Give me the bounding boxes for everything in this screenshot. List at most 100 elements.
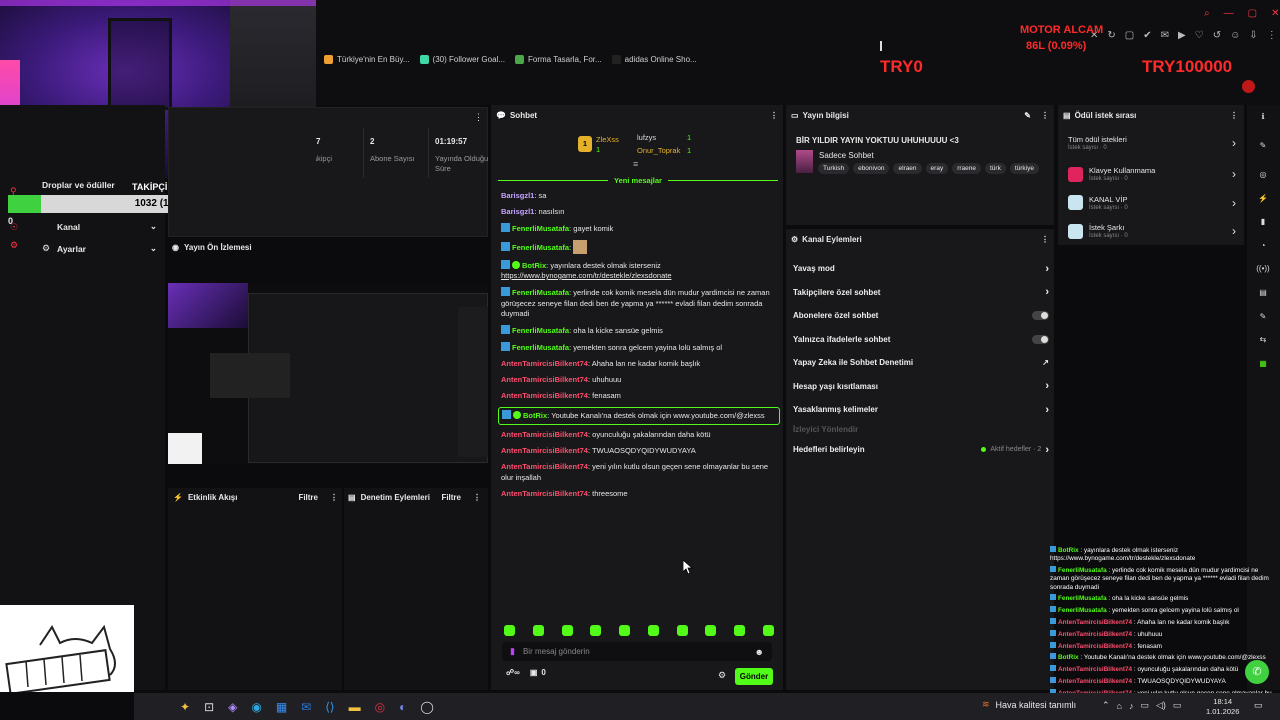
stream-tag[interactable]: türk: [985, 163, 1006, 174]
copilot-icon[interactable]: ✦: [180, 700, 190, 714]
card-icon[interactable]: ▮: [1253, 217, 1273, 241]
copilot-app-icon[interactable]: ◈: [228, 700, 237, 714]
reward-item[interactable]: Klavye Kullanmama İstek sayısı · 0 ›: [1068, 160, 1236, 189]
chat-menu-icon[interactable]: ⋮: [770, 111, 778, 120]
layout-icon[interactable]: ▤: [1253, 288, 1273, 312]
chat-username[interactable]: AntenTamircisiBilkent74: [501, 375, 588, 384]
discord-icon[interactable]: ◐: [399, 700, 406, 714]
activity-menu-icon[interactable]: ⋮: [330, 493, 338, 502]
extension-icon[interactable]: ✉: [1161, 30, 1169, 41]
qr-icon[interactable]: ▦: [1253, 359, 1273, 383]
extension-icon[interactable]: ↻: [1107, 30, 1115, 41]
extension-icon[interactable]: ▢: [1125, 30, 1134, 41]
edge-icon[interactable]: ◉: [251, 700, 261, 714]
chat-username[interactable]: BotRix: [523, 411, 547, 420]
volume-icon[interactable]: ◁): [1156, 700, 1166, 711]
stream-tag[interactable]: ebonivon: [853, 163, 890, 174]
chat-username[interactable]: FenerliMusatafa: [512, 326, 569, 335]
chat-username[interactable]: BotRix: [522, 261, 546, 270]
app-icon[interactable]: ◎: [375, 700, 385, 714]
toggle-switch[interactable]: [1032, 334, 1049, 344]
share-icon[interactable]: ⇆: [1253, 335, 1273, 359]
emote-button[interactable]: [504, 625, 515, 636]
extension-icon[interactable]: ✔: [1143, 30, 1151, 41]
channel-action-item[interactable]: Yasaklanmış kelimeler ›: [793, 401, 1049, 418]
emote-button[interactable]: [561, 625, 573, 636]
task-view-icon[interactable]: ⊡: [204, 700, 214, 714]
emote-button[interactable]: [590, 625, 602, 636]
pencil-icon[interactable]: ✎: [1253, 141, 1273, 170]
emote-button[interactable]: [619, 625, 631, 636]
emote-button[interactable]: [532, 625, 544, 636]
emote-button[interactable]: [676, 625, 688, 636]
rewards-menu-icon[interactable]: ⋮: [1230, 111, 1238, 120]
extension-icon[interactable]: ▶: [1178, 30, 1186, 41]
chat-username[interactable]: FenerliMusatafa: [512, 224, 569, 233]
store-icon[interactable]: ▦: [276, 700, 287, 714]
close-icon[interactable]: ✕: [1271, 8, 1279, 19]
minimize-icon[interactable]: —: [1224, 8, 1234, 19]
camera-icon[interactable]: ◎: [1253, 170, 1273, 194]
nav-ayarlar[interactable]: Ayarlar ⌄: [42, 243, 157, 254]
channel-action-item[interactable]: Takipçilere özel sohbet ›: [793, 284, 1049, 301]
profile-icon[interactable]: ☺: [1230, 30, 1240, 41]
emote-button[interactable]: [762, 625, 774, 636]
chat-username[interactable]: Barisgzl1: [501, 207, 534, 216]
obs-icon[interactable]: ◯: [420, 700, 433, 714]
file-explorer-icon[interactable]: ▬: [349, 700, 361, 714]
info-icon[interactable]: ℹ: [1253, 112, 1273, 141]
send-button[interactable]: Gönder: [735, 668, 773, 685]
bookmark-item[interactable]: Türkiye'nin En Büy...: [324, 54, 410, 64]
bookmark-item[interactable]: Forma Tasarla, For...: [515, 54, 602, 64]
vscode-icon[interactable]: ⟨⟩: [325, 700, 334, 714]
moderation-menu-icon[interactable]: ⋮: [473, 493, 481, 502]
menu-icon[interactable]: ⋮: [1267, 30, 1277, 41]
chat-username[interactable]: FenerliMusatafa: [512, 343, 569, 352]
channel-actions-menu-icon[interactable]: ⋮: [1041, 235, 1049, 244]
channel-action-item[interactable]: Hesap yaşı kısıtlaması ›: [793, 378, 1049, 395]
broadcast-icon[interactable]: ((•)): [1253, 264, 1273, 288]
nav-drops[interactable]: Droplar ve ödüller: [42, 180, 115, 190]
clock[interactable]: 18:14 1.01.2026: [1206, 697, 1239, 717]
reward-item[interactable]: İstek Şarkı İstek sayısı · 0 ›: [1068, 217, 1236, 246]
chat-username[interactable]: AntenTamircisiBilkent74: [501, 489, 588, 498]
chat-username[interactable]: AntenTamircisiBilkent74: [501, 446, 588, 455]
stats-menu-icon[interactable]: ⋮: [474, 112, 483, 123]
emote-button[interactable]: [647, 625, 659, 636]
weather-widget[interactable]: ≋ Hava kalitesi tanımlı: [982, 699, 1076, 710]
extension-icon[interactable]: ↺: [1213, 30, 1221, 41]
users-icon[interactable]: ☍∞: [506, 668, 520, 677]
activity-filter-button[interactable]: Filtre: [298, 493, 318, 502]
channel-action-item[interactable]: Yalnızca ifadelerle sohbet: [793, 331, 1049, 348]
chat-settings-icon[interactable]: ⚙: [718, 670, 726, 681]
reward-item[interactable]: Tüm ödül istekleri İstek sayısı · 0 ›: [1068, 132, 1236, 154]
emote-button[interactable]: [734, 625, 746, 636]
edit-icon[interactable]: ✎: [1024, 111, 1031, 120]
moderation-filter-button[interactable]: Filtre: [441, 493, 461, 502]
channel-action-item[interactable]: Yavaş mod ›: [793, 260, 1049, 277]
emote-button[interactable]: [705, 625, 717, 636]
chat-input[interactable]: ▮ Bir mesaj gönderin ☻: [502, 642, 772, 661]
chat-username[interactable]: AntenTamircisiBilkent74: [501, 430, 588, 439]
chat-username[interactable]: FenerliMusatafa: [512, 243, 569, 252]
wrench-icon[interactable]: ✎: [1253, 312, 1273, 336]
reward-item[interactable]: KANAL VİP İstek sayısı · 0 ›: [1068, 189, 1236, 218]
stream-tag[interactable]: Turkish: [818, 163, 850, 174]
maximize-icon[interactable]: ▢: [1248, 8, 1257, 19]
stream-tag[interactable]: türkiye: [1009, 163, 1039, 174]
stream-tag[interactable]: rraene: [952, 163, 981, 174]
bookmark-item[interactable]: (30) Follower Goal...: [419, 54, 505, 64]
mic-icon[interactable]: ♪: [1129, 701, 1134, 711]
stream-tag[interactable]: elraen: [893, 163, 922, 174]
network-icon[interactable]: ▭: [1140, 700, 1149, 711]
chevron-up-icon[interactable]: ⌃: [1102, 700, 1110, 711]
chat-link[interactable]: https://www.bynogame.com/tr/destekle/zle…: [501, 271, 672, 280]
chat-username[interactable]: AntenTamircisiBilkent74: [501, 391, 588, 400]
notification-icon[interactable]: ▭: [1254, 700, 1263, 711]
chat-username[interactable]: AntenTamircisiBilkent74: [501, 462, 588, 471]
stream-info-menu-icon[interactable]: ⋮: [1041, 111, 1049, 120]
gear-icon[interactable]: ⚙: [10, 236, 18, 254]
bookmark-item[interactable]: adidas Online Sho...: [611, 54, 697, 64]
nav-kanal[interactable]: Kanal ⌄: [42, 221, 157, 232]
outlook-icon[interactable]: ✉: [301, 700, 311, 714]
